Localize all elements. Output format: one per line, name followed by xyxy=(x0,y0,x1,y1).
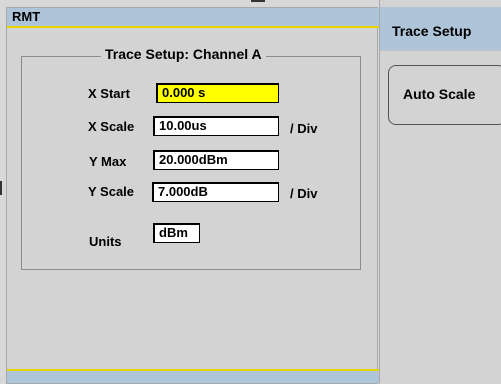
auto-scale-label: Auto Scale xyxy=(403,86,476,102)
remote-status-label: RMT xyxy=(12,9,41,24)
x-start-field[interactable]: 0.000 s xyxy=(156,83,279,103)
menu-title: Trace Setup xyxy=(380,7,501,51)
y-max-label: Y Max xyxy=(89,154,127,169)
status-bar: RMT xyxy=(7,8,379,28)
units-label: Units xyxy=(89,234,122,249)
group-title: Trace Setup: Channel A xyxy=(101,46,266,62)
softkey-sidebar: Trace Setup Auto Scale xyxy=(379,0,501,384)
y-scale-label: Y Scale xyxy=(88,184,135,199)
edge-marker-top xyxy=(251,0,265,2)
x-start-label: X Start xyxy=(88,86,130,101)
y-max-field[interactable]: 20.000dBm xyxy=(153,150,279,170)
y-scale-field[interactable]: 7.000dB xyxy=(152,182,279,202)
x-scale-field[interactable]: 10.00us xyxy=(153,116,279,136)
y-scale-unit: / Div xyxy=(290,186,318,201)
edge-marker-left xyxy=(0,181,2,195)
menu-title-label: Trace Setup xyxy=(392,23,472,39)
bottom-bar xyxy=(7,369,379,383)
main-panel: RMT Trace Setup: Channel A X Start 0.000… xyxy=(6,7,379,384)
units-field[interactable]: dBm xyxy=(153,223,200,243)
x-scale-unit: / Div xyxy=(290,121,318,136)
x-scale-label: X Scale xyxy=(88,119,135,134)
auto-scale-button[interactable]: Auto Scale xyxy=(388,65,501,125)
